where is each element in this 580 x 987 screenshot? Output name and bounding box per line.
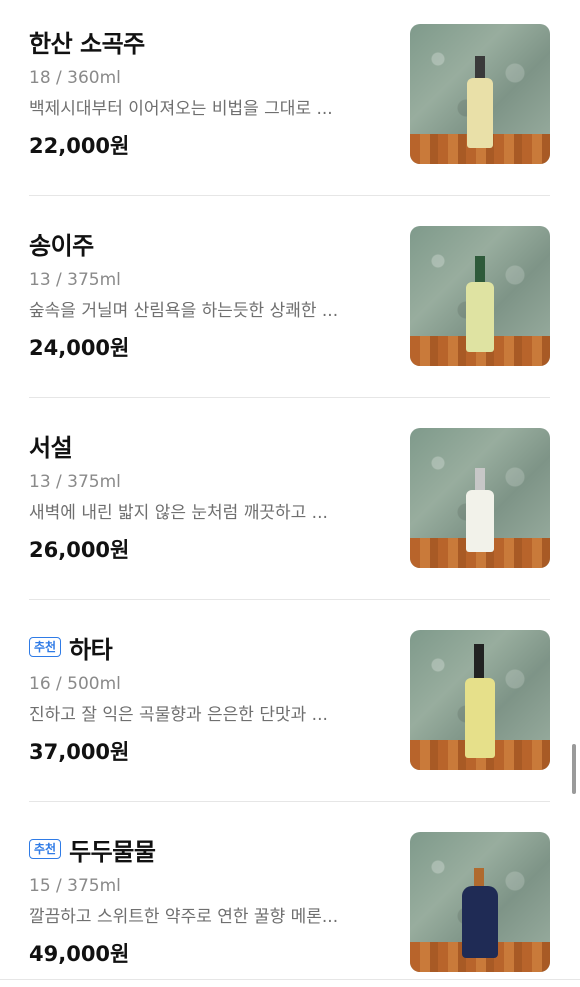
product-price: 49,000원	[29, 942, 130, 966]
product-image[interactable]	[410, 226, 550, 366]
product-item[interactable]: 서설 13 / 375ml 새벽에 내린 밟지 않은 눈처럼 깨끗하고 ... …	[29, 428, 550, 570]
product-spec: 18 / 360ml	[29, 68, 121, 88]
product-image[interactable]	[410, 24, 550, 164]
product-name: 송이주	[29, 231, 94, 260]
product-item[interactable]: 추천 하타 16 / 500ml 진하고 잘 익은 곡물향과 은은한 단맛과 .…	[29, 630, 550, 772]
product-name-row: 송이주	[29, 226, 94, 260]
product-image[interactable]	[410, 832, 550, 972]
product-spec: 13 / 375ml	[29, 270, 121, 290]
bottle-cap	[475, 468, 485, 490]
product-price: 24,000원	[29, 336, 130, 360]
product-name-row: 추천 두두물물	[29, 832, 156, 866]
product-description: 새벽에 내린 밟지 않은 눈처럼 깨끗하고 ...	[29, 503, 328, 523]
product-image[interactable]	[410, 630, 550, 770]
bottle-cap	[475, 256, 485, 282]
bottle-icon	[467, 78, 493, 148]
product-price: 37,000원	[29, 740, 130, 764]
bottle-cap	[474, 644, 484, 678]
product-description: 깔끔하고 스위트한 약주로 연한 꿀향 메론...	[29, 907, 339, 927]
product-description: 백제시대부터 이어져오는 비법을 그대로 ...	[29, 99, 333, 119]
product-item[interactable]: 한산 소곡주 18 / 360ml 백제시대부터 이어져오는 비법을 그대로 .…	[29, 24, 550, 166]
product-name: 두두물물	[69, 837, 156, 866]
product-item[interactable]: 송이주 13 / 375ml 숲속을 거닐며 산림욕을 하는듯한 상쾌한 ...…	[29, 226, 550, 368]
product-spec: 15 / 375ml	[29, 876, 121, 896]
product-price: 22,000원	[29, 134, 130, 158]
recommended-badge: 추천	[29, 637, 62, 657]
product-name-row: 한산 소곡주	[29, 24, 145, 58]
product-name-row: 서설	[29, 428, 73, 462]
product-name-row: 추천 하타	[29, 630, 113, 664]
product-description: 진하고 잘 익은 곡물향과 은은한 단맛과 ...	[29, 705, 328, 725]
divider	[29, 195, 550, 196]
bottle-icon	[462, 886, 498, 958]
divider	[29, 801, 550, 802]
product-image[interactable]	[410, 428, 550, 568]
bottle-cap	[475, 56, 485, 78]
product-price: 26,000원	[29, 538, 130, 562]
divider	[0, 979, 580, 980]
product-name: 서설	[29, 433, 73, 462]
product-description: 숲속을 거닐며 산림욕을 하는듯한 상쾌한 ...	[29, 301, 339, 321]
product-name: 한산 소곡주	[29, 29, 145, 58]
bottle-icon	[466, 282, 494, 352]
bottle-icon	[466, 490, 494, 552]
divider	[29, 397, 550, 398]
scrollbar[interactable]	[572, 744, 576, 794]
product-spec: 16 / 500ml	[29, 674, 121, 694]
bottle-cap	[474, 868, 484, 886]
recommended-badge: 추천	[29, 839, 62, 859]
product-item[interactable]: 추천 두두물물 15 / 375ml 깔끔하고 스위트한 약주로 연한 꿀향 메…	[29, 832, 550, 974]
product-spec: 13 / 375ml	[29, 472, 121, 492]
divider	[29, 599, 550, 600]
product-name: 하타	[69, 635, 113, 664]
bottle-icon	[465, 678, 495, 758]
